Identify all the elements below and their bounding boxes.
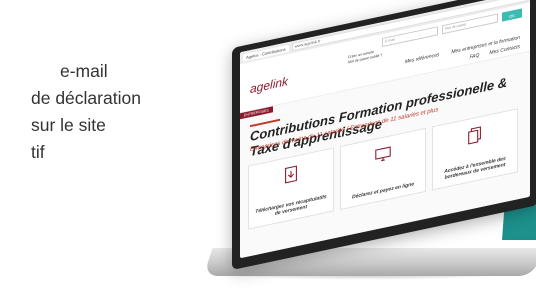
site-logo[interactable]: agelink <box>250 74 288 96</box>
promo-line-4: tif <box>31 142 45 162</box>
card-download[interactable]: Téléchargez vos récapitulatifs de versem… <box>248 147 334 230</box>
monitor-icon <box>375 146 391 162</box>
website-viewport: Agefos - Contributions www.agelink.fr ag… <box>240 0 530 259</box>
laptop-screen: Agefos - Contributions www.agelink.fr ag… <box>232 0 536 270</box>
documents-stack-icon <box>468 126 481 145</box>
card-bordereaux-label: Accédez à l'ensemble des bordereaux de v… <box>444 155 506 181</box>
promo-line-1: e-mail <box>60 61 108 81</box>
card-bordereaux[interactable]: Accédez à l'ensemble des bordereaux de v… <box>432 108 518 191</box>
login-ok-button[interactable]: OK <box>502 8 522 22</box>
promo-line-2: de déclaration <box>31 88 141 108</box>
card-download-label: Téléchargez vos récapitulatifs de versem… <box>255 193 327 217</box>
download-document-icon <box>285 165 297 184</box>
card-declare-label: Déclarez et payez en ligne <box>352 181 414 201</box>
promo-line-3: sur le site <box>31 115 106 135</box>
card-declare[interactable]: Déclarez et payez en ligne <box>340 127 426 211</box>
nav-item-references[interactable]: Mes références <box>405 52 439 65</box>
nav-item-faq[interactable]: FAQ <box>470 52 480 60</box>
promo-text: e-mail de déclaration sur le site tif <box>0 58 220 166</box>
account-links: Créer un compte Mot de passe oublié ? <box>348 48 382 65</box>
